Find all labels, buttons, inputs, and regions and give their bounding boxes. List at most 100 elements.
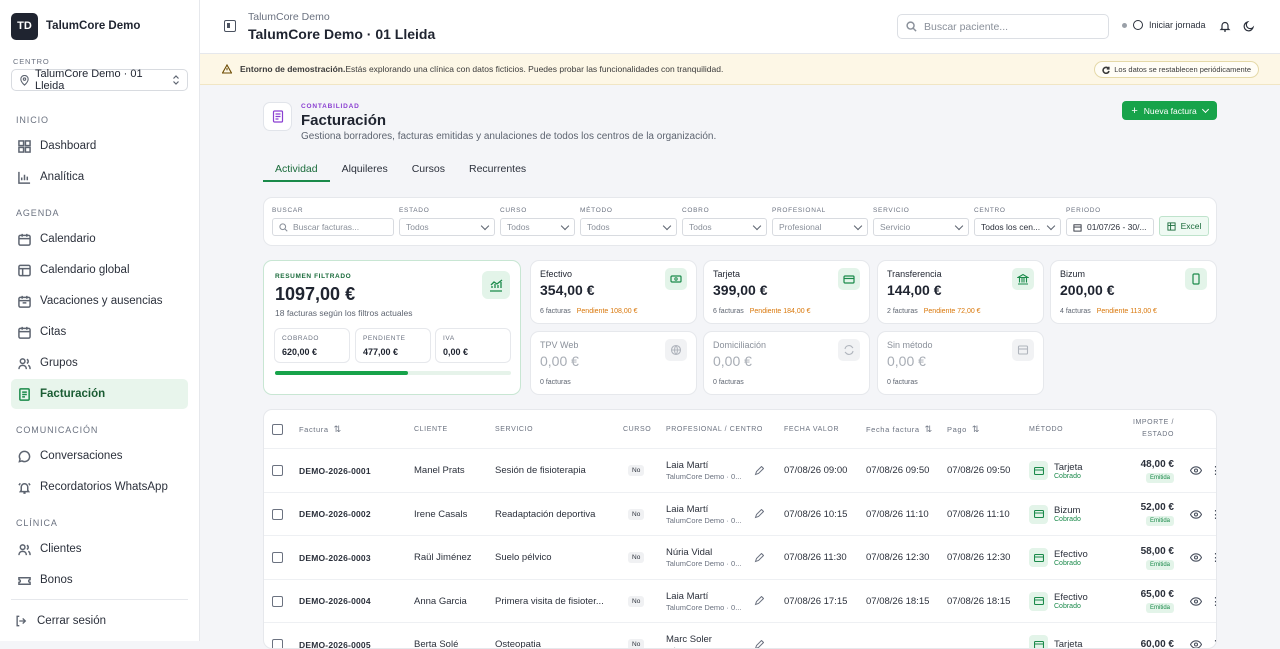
table-row[interactable]: DEMO-2026-0005 Berta Solé Osteopatia No …	[264, 622, 1217, 649]
method-pending: Pendiente 184,00 €	[750, 308, 811, 315]
professional-cell: Marc SolerTalumCore Demo · 0...	[666, 623, 741, 649]
service-name: Osteopatia	[495, 623, 613, 649]
servicio-select[interactable]: Servicio	[873, 218, 969, 236]
profesional-select[interactable]: Profesional	[772, 218, 868, 236]
sidebar-toggle-icon[interactable]	[224, 20, 236, 32]
invoice-number[interactable]: DEMO-2026-0003	[299, 536, 371, 579]
filter-label: CENTRO	[974, 207, 1061, 214]
cobro-select[interactable]: Todos	[682, 218, 767, 236]
topbar-title: TalumCore Demo · 01 Lleida	[248, 26, 435, 42]
row-checkbox[interactable]	[272, 596, 283, 607]
row-checkbox[interactable]	[272, 509, 283, 520]
col-pago[interactable]: Pago⇅	[947, 410, 980, 448]
view-button[interactable]	[1190, 493, 1202, 536]
view-button[interactable]	[1190, 449, 1202, 492]
method-name: TPV Web	[540, 340, 578, 350]
sidebar-item-facturacion[interactable]: Facturación	[11, 379, 188, 409]
moon-icon[interactable]	[1243, 20, 1255, 32]
method-card-transferencia[interactable]: Transferencia 144,00 € 2 facturasPendien…	[877, 260, 1044, 324]
tab-actividad[interactable]: Actividad	[263, 158, 330, 182]
method-card-bizum[interactable]: Bizum 200,00 € 4 facturasPendiente 113,0…	[1050, 260, 1217, 324]
more-menu-icon[interactable]: ⋮	[1210, 449, 1217, 492]
col-fecha-factura[interactable]: Fecha factura⇅	[866, 410, 933, 448]
more-menu-icon[interactable]: ⋮	[1210, 536, 1217, 579]
table-row[interactable]: DEMO-2026-0004 Anna Garcia Primera visit…	[264, 579, 1217, 622]
tab-recurrentes[interactable]: Recurrentes	[457, 158, 538, 182]
method-name: Bizum	[1054, 505, 1081, 516]
sidebar-item-analitica[interactable]: Analítica	[11, 162, 188, 192]
table-row[interactable]: DEMO-2026-0001 Manel Prats Sesión de fis…	[264, 448, 1217, 491]
edit-professional-button[interactable]	[754, 580, 764, 623]
sidebar-item-grupos[interactable]: Grupos	[11, 348, 188, 378]
method-card-tarjeta[interactable]: Tarjeta 399,00 € 6 facturasPendiente 184…	[703, 260, 870, 324]
curso-select[interactable]: Todos	[500, 218, 575, 236]
sidebar-item-dashboard[interactable]: Dashboard	[11, 131, 188, 161]
edit-professional-button[interactable]	[754, 493, 764, 536]
invoice-number[interactable]: DEMO-2026-0005	[299, 623, 371, 649]
sidebar-item-clientes[interactable]: Clientes	[11, 534, 188, 564]
bell-icon[interactable]	[1219, 20, 1231, 32]
table-row[interactable]: DEMO-2026-0002 Irene Casals Readaptación…	[264, 492, 1217, 535]
col-label: Factura	[299, 425, 329, 434]
page-description: Gestiona borradores, facturas emitidas y…	[301, 131, 716, 142]
sidebar: TD TalumCore Demo CENTRO TalumCore Demo …	[0, 0, 200, 641]
select-all-checkbox[interactable]	[272, 410, 283, 448]
view-button[interactable]	[1190, 623, 1202, 649]
view-button[interactable]	[1190, 580, 1202, 623]
tab-cursos[interactable]: Cursos	[400, 158, 457, 182]
method-card-efectivo[interactable]: Efectivo 354,00 € 6 facturasPendiente 10…	[530, 260, 697, 324]
filter-curso: CURSO Todos	[500, 207, 575, 236]
center-select[interactable]: TalumCore Demo · 01 Lleida	[11, 69, 188, 91]
page-kicker: CONTABILIDAD	[301, 103, 360, 110]
method-card-domiciliacion[interactable]: Domiciliación 0,00 € 0 facturas	[703, 331, 870, 395]
invoice-search-placeholder: Buscar facturas...	[293, 222, 359, 232]
filter-label: ESTADO	[399, 207, 495, 214]
iva-value: 0,00 €	[443, 347, 503, 357]
brand[interactable]: TD TalumCore Demo	[0, 0, 199, 52]
sidebar-item-calendario-global[interactable]: Calendario global	[11, 255, 188, 285]
row-checkbox-cell	[272, 493, 283, 536]
centro-select[interactable]: Todos los cen...	[974, 218, 1061, 236]
periodo-picker[interactable]: 01/07/26 - 30/...	[1066, 218, 1154, 236]
edit-professional-button[interactable]	[754, 449, 764, 492]
sidebar-item-conversaciones[interactable]: Conversaciones	[11, 441, 188, 471]
sidebar-item-recordatorios[interactable]: Recordatorios WhatsApp	[11, 472, 188, 502]
invoice-number[interactable]: DEMO-2026-0002	[299, 493, 371, 536]
invoice-search-input[interactable]: Buscar facturas...	[272, 218, 394, 236]
new-invoice-button[interactable]: + Nueva factura	[1122, 101, 1217, 120]
sidebar-item-citas[interactable]: Citas	[11, 317, 188, 347]
course-cell: No	[628, 493, 644, 536]
sidebar-item-label: Bonos	[40, 574, 73, 586]
estado-select[interactable]: Todos	[399, 218, 495, 236]
sidebar-item-calendario[interactable]: Calendario	[11, 224, 188, 254]
edit-professional-button[interactable]	[754, 536, 764, 579]
banner-bold: Entorno de demostración.	[240, 64, 345, 74]
repeat-icon	[838, 339, 860, 361]
more-menu-icon[interactable]: ⋮	[1210, 493, 1217, 536]
edit-professional-button[interactable]	[754, 623, 764, 649]
sidebar-item-label: Clientes	[40, 543, 82, 555]
checkbox[interactable]	[272, 424, 283, 435]
row-checkbox[interactable]	[272, 552, 283, 563]
method-card-tpv-web[interactable]: TPV Web 0,00 € 0 facturas	[530, 331, 697, 395]
metodo-select[interactable]: Todos	[580, 218, 677, 236]
sidebar-item-vacaciones[interactable]: Vacaciones y ausencias	[11, 286, 188, 316]
invoice-number[interactable]: DEMO-2026-0001	[299, 449, 371, 492]
sidebar-item-bonos[interactable]: Bonos	[11, 565, 188, 595]
col-factura[interactable]: Factura⇅	[299, 410, 342, 448]
tab-alquileres[interactable]: Alquileres	[330, 158, 400, 182]
excel-export-button[interactable]: Excel	[1159, 216, 1209, 236]
more-menu-icon[interactable]: ⋮	[1210, 580, 1217, 623]
method-card-sin-metodo[interactable]: Sin método 0,00 € 0 facturas	[877, 331, 1044, 395]
start-shift-button[interactable]: Iniciar jornada	[1122, 20, 1206, 30]
view-button[interactable]	[1190, 536, 1202, 579]
status-badge: Emitida	[1146, 560, 1174, 570]
row-checkbox[interactable]	[272, 465, 283, 476]
invoices-table: Factura⇅ CLIENTE SERVICIO CURSO PROFESIO…	[263, 409, 1217, 649]
table-row[interactable]: DEMO-2026-0003 Raül Jiménez Suelo pélvic…	[264, 535, 1217, 578]
more-menu-icon[interactable]: ⋮	[1210, 623, 1217, 649]
professional-name: Marc Soler	[666, 634, 712, 645]
invoice-number[interactable]: DEMO-2026-0004	[299, 580, 371, 623]
patient-search-input[interactable]: Buscar paciente...	[897, 14, 1109, 39]
logout-button[interactable]: Cerrar sesión	[11, 599, 188, 641]
